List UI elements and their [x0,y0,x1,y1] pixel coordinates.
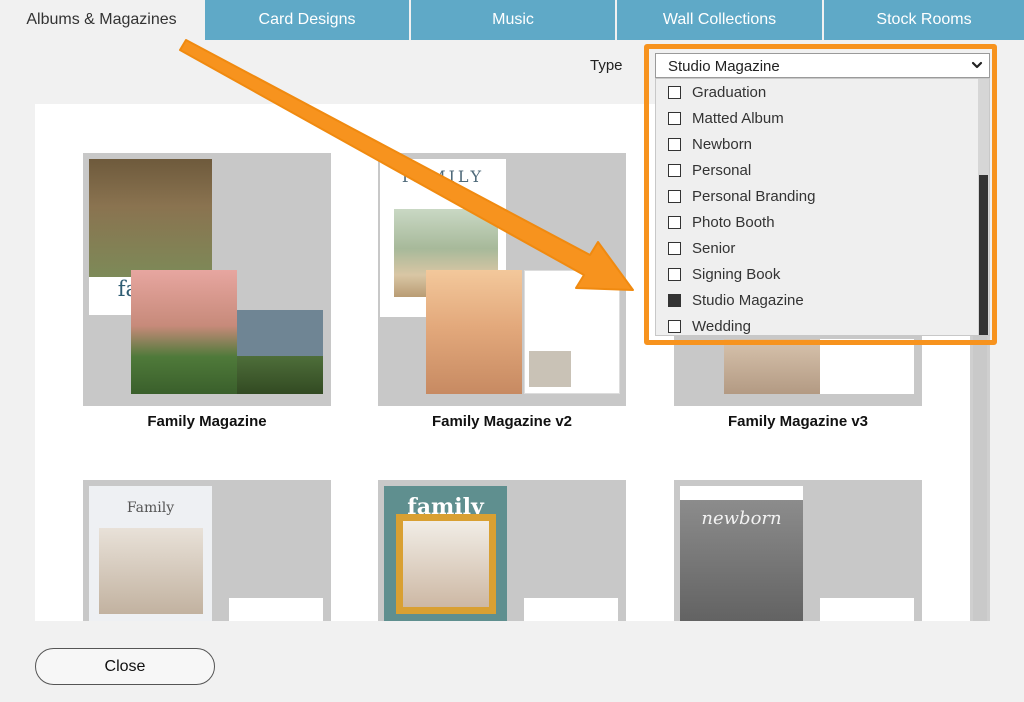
spread-page-right [524,598,618,621]
tab-albums-magazines[interactable]: Albums & Magazines [0,0,205,40]
spread-page-right [229,598,323,621]
highlight-box [644,44,997,345]
tab-music[interactable]: Music [411,0,617,40]
template-title: Family Magazine [147,413,267,430]
spread-page-right [820,339,914,394]
tab-wall-collections[interactable]: Wall Collections [617,0,824,40]
cover-title: FAMILY [401,167,485,186]
template-thumbnail[interactable]: family [83,153,331,406]
cover-title: Family [126,500,175,516]
template-title: Family Magazine v3 [727,413,869,430]
about-panel [237,310,323,356]
spread-page-right [820,598,914,621]
template-title: Family Magazine v2 [431,413,573,430]
template-thumbnail[interactable]: family [378,480,626,621]
cover-photo [89,159,212,277]
cover-photo [396,514,496,614]
spread-photo [131,270,237,394]
tab-card-designs[interactable]: Card Designs [205,0,411,40]
template-thumbnail[interactable]: newborn [674,480,922,621]
tab-bar: Albums & Magazines Card Designs Music Wa… [0,0,1024,40]
spread-photo [426,270,522,394]
spread-photo-small [529,351,571,387]
type-filter-label: Type [590,57,623,74]
spread-photo-right [237,356,323,394]
cover-page: newborn [680,486,803,621]
close-button[interactable]: Close [35,648,215,685]
spread-photo [724,339,820,394]
cover-page: family [384,486,507,621]
spread-page-right [524,270,620,394]
template-thumbnail[interactable]: FAMILY [378,153,626,406]
cover-title: newborn [701,508,782,529]
template-thumbnail[interactable]: Family [83,480,331,621]
cover-photo [99,528,203,614]
tab-stock-rooms[interactable]: Stock Rooms [824,0,1024,40]
cover-page: Family [89,486,212,621]
